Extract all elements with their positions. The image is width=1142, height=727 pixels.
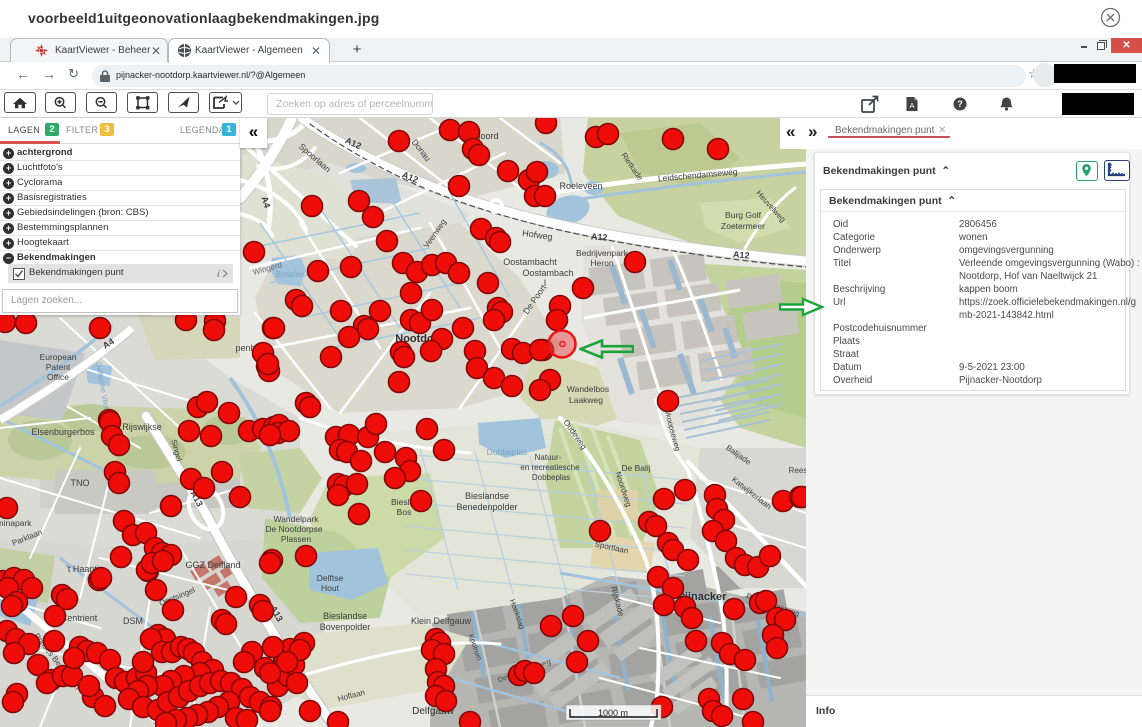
svg-text:Elsenburgerbos: Elsenburgerbos (31, 427, 95, 437)
svg-text:A: A (909, 101, 914, 110)
svg-text:A12: A12 (733, 249, 750, 260)
svg-text:De Balij: De Balij (621, 463, 650, 473)
svg-text:Laakweg: Laakweg (569, 395, 603, 405)
svg-text:Bedrijvenpark: Bedrijvenpark (576, 248, 629, 258)
svg-text:Bosplas: Bosplas (276, 270, 304, 279)
svg-text:A12: A12 (591, 231, 608, 242)
svg-text:Wandelbos: Wandelbos (567, 384, 609, 394)
svg-text:Bos: Bos (397, 507, 412, 517)
svg-text:Oostambacht: Oostambacht (503, 257, 557, 267)
svg-text:Hout: Hout (321, 583, 340, 593)
svg-text:1000 m: 1000 m (598, 708, 628, 718)
svg-text:Klein Delfgauw: Klein Delfgauw (411, 616, 472, 626)
svg-text:Rees: Rees (789, 466, 806, 475)
svg-text:GGZ Delfland: GGZ Delfland (185, 560, 240, 570)
svg-text:Bieslandse: Bieslandse (465, 491, 509, 501)
svg-text:Patent: Patent (46, 362, 71, 372)
svg-text:Bovenpolder: Bovenpolder (320, 622, 371, 632)
svg-text:De Nootdorpse: De Nootdorpse (265, 524, 322, 534)
svg-text:Dobbeplas: Dobbeplas (532, 473, 570, 482)
svg-text:Centrient: Centrient (61, 613, 98, 623)
svg-text:Natuur-: Natuur- (535, 453, 562, 462)
svg-text:Dobbeplas: Dobbeplas (487, 447, 528, 457)
svg-text:Benedenpolder: Benedenpolder (456, 502, 517, 512)
svg-text:minapark: minapark (0, 518, 32, 528)
svg-text:Plassen: Plassen (281, 534, 312, 544)
svg-text:European: European (40, 352, 77, 362)
svg-text:Wandelpark: Wandelpark (273, 514, 319, 524)
svg-text:Roeleveen: Roeleveen (559, 181, 602, 191)
svg-text:Rijswijkse: Rijswijkse (122, 422, 162, 432)
svg-text:DSM: DSM (123, 616, 143, 626)
svg-text:Oostambach: Oostambach (522, 268, 573, 278)
svg-text:?: ? (957, 99, 963, 109)
svg-text:Burg Golf: Burg Golf (725, 210, 762, 220)
svg-text:Delftse: Delftse (317, 573, 344, 583)
svg-text:Zoetermeer: Zoetermeer (721, 221, 765, 231)
svg-text:i: i (217, 269, 220, 280)
svg-text:Heron: Heron (590, 258, 613, 268)
svg-text:Bieslandse: Bieslandse (323, 611, 367, 621)
svg-text:Office: Office (47, 372, 69, 382)
svg-text:en recreatiesche: en recreatiesche (520, 463, 580, 472)
svg-text:TNO: TNO (71, 478, 90, 488)
